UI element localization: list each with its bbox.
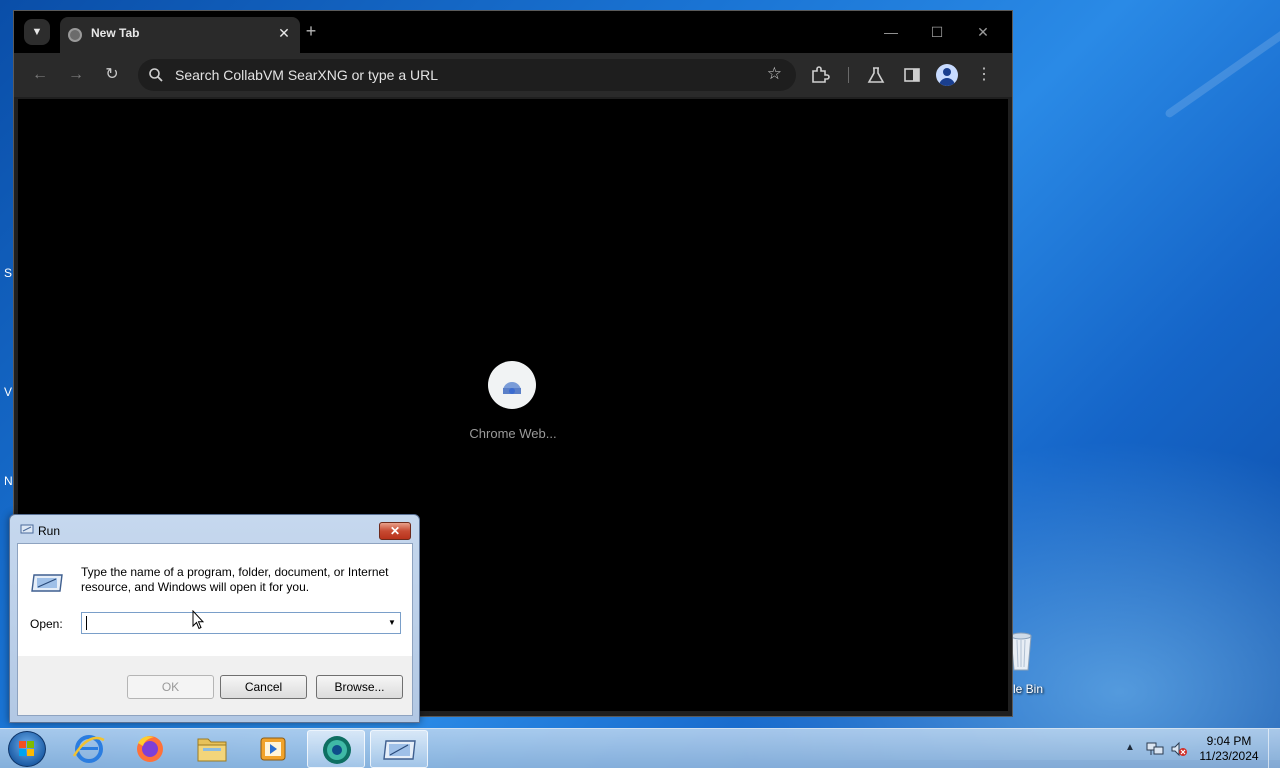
chevron-down-icon: ▼ [31,26,43,38]
close-icon[interactable]: ✕ [274,23,294,43]
globe-icon [68,28,82,42]
show-desktop-button[interactable] [1268,729,1280,768]
network-icon[interactable] [1146,741,1164,757]
mouse-cursor-icon [192,610,204,630]
toolbar-separator [848,67,849,83]
run-dialog: Run ✕ Type the name of a program, folder… [9,514,420,723]
tab-new-tab[interactable]: New Tab ✕ [60,17,300,53]
reload-button[interactable]: ↻ [99,63,125,87]
profile-avatar-icon[interactable] [936,64,958,86]
shortcut-label: Chrome Web... [469,426,557,441]
extensions-puzzle-icon[interactable] [810,65,830,85]
run-app-icon [31,574,63,592]
tab-search-button[interactable]: ▼ [24,19,50,45]
run-dialog-body: Type the name of a program, folder, docu… [17,543,413,716]
maximize-button[interactable]: ☐ [922,21,952,43]
internet-explorer-icon [72,735,105,763]
open-label: Open: [30,617,63,631]
text-caret [86,616,87,630]
ok-button[interactable]: OK [127,675,214,699]
start-button[interactable] [8,731,46,767]
firefox-icon [137,736,163,762]
windows-logo-icon [19,741,34,756]
volume-muted-icon[interactable] [1170,741,1188,757]
taskbar-media-player[interactable] [244,730,302,768]
show-hidden-icons-button[interactable]: ▲ [1125,742,1135,753]
chevron-down-icon[interactable]: ▼ [386,616,398,630]
run-dialog-title: Run [38,524,61,538]
recycle-bin-label[interactable]: le Bin [1013,682,1043,696]
bookmark-star-icon[interactable]: ☆ [767,64,782,84]
search-icon [149,68,163,82]
address-bar-placeholder: Search CollabVM SearXNG or type a URL [175,67,438,83]
run-dialog-content-area [18,544,412,656]
shortcut-chrome-web-store[interactable] [488,361,536,409]
desktop-icon-label-partial: N [4,474,13,488]
tab-strip: ▼ New Tab ✕ + — ☐ ✕ [14,11,1012,53]
address-bar[interactable]: Search CollabVM SearXNG or type a URL ☆ [138,59,796,91]
labs-flask-icon[interactable] [866,65,886,85]
back-button[interactable]: ← [27,63,53,87]
clock-date: 11/23/2024 [1199,749,1259,763]
run-icon [383,740,416,760]
minimize-button[interactable]: — [876,21,906,43]
run-title-icon [20,524,34,534]
system-clock[interactable]: 9:04 PM 11/23/2024 [1196,734,1262,764]
chrome-icon [323,736,351,764]
desktop-icon-label-partial: V [4,385,13,399]
browse-button[interactable]: Browse... [316,675,403,699]
taskbar-file-explorer[interactable] [183,730,241,768]
media-player-icon [260,737,286,761]
run-dialog-description: Type the name of a program, folder, docu… [81,565,389,594]
forward-button[interactable]: → [63,63,89,87]
taskbar-run[interactable] [370,730,428,768]
window-close-button[interactable]: ✕ [968,21,998,43]
side-panel-icon[interactable] [902,65,922,85]
taskbar: ▲ 9:04 PM 11/23/2024 [0,728,1280,768]
clock-time: 9:04 PM [1206,734,1252,748]
taskbar-chrome[interactable] [307,730,365,768]
chrome-web-store-icon [503,382,521,394]
folder-icon [197,738,227,762]
close-button[interactable]: ✕ [379,522,411,540]
new-tab-button[interactable]: + [300,21,322,43]
taskbar-internet-explorer[interactable] [60,730,118,768]
tab-title: New Tab [91,26,140,40]
browser-toolbar: ← → ↻ Search CollabVM SearXNG or type a … [14,53,1012,97]
open-combobox[interactable]: ▼ [81,612,401,634]
desktop-icon-label-partial: S [4,266,13,280]
cancel-button[interactable]: Cancel [220,675,307,699]
taskbar-firefox[interactable] [121,730,179,768]
desktop-wallpaper-streak [1163,9,1280,119]
more-menu-icon[interactable]: ⋮ [971,63,997,87]
